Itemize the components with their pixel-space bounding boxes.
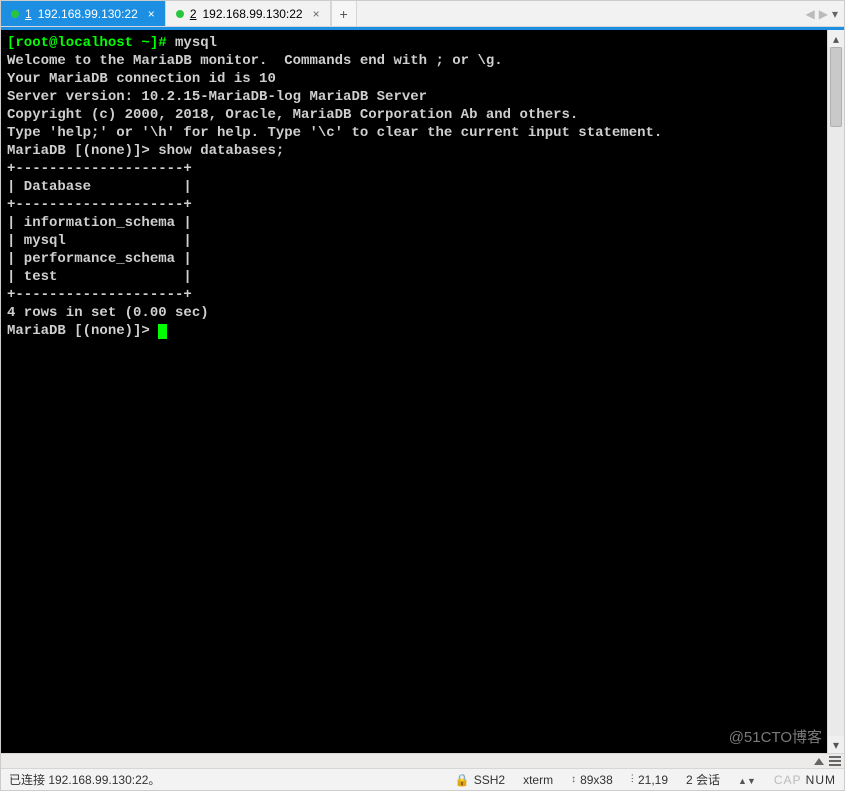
tab-spacer — [357, 1, 800, 26]
terminal-line: +--------------------+ — [7, 160, 821, 178]
terminal-line: [root@localhost ~]# mysql — [7, 34, 821, 52]
close-icon[interactable]: × — [313, 7, 320, 21]
status-sessions: 2 会话 — [686, 771, 720, 788]
terminal-line: Welcome to the MariaDB monitor. Commands… — [7, 52, 821, 70]
tab-nav-left[interactable]: ◀ — [806, 7, 815, 21]
status-termtype: xterm — [523, 773, 553, 787]
terminal-output[interactable]: [root@localhost ~]# mysqlWelcome to the … — [1, 30, 827, 753]
tab-nav-dropdown[interactable]: ▾ — [832, 7, 838, 21]
tab-number: 2 — [190, 7, 197, 21]
connection-dot-icon — [11, 10, 19, 18]
tab-label: 192.168.99.130:22 — [203, 7, 303, 21]
terminal-line: | test | — [7, 268, 821, 286]
connection-dot-icon — [176, 10, 184, 18]
terminal-line: | information_schema | — [7, 214, 821, 232]
position-icon: ⵗ — [631, 774, 634, 785]
terminal-line: MariaDB [(none)]> — [7, 322, 821, 340]
scroll-thumb[interactable] — [830, 47, 842, 127]
terminal-line: Your MariaDB connection id is 10 — [7, 70, 821, 88]
status-cursor-pos: ⵗ 21,19 — [631, 773, 668, 787]
terminal-line: 4 rows in set (0.00 sec) — [7, 304, 821, 322]
status-size: ↕ 89x38 — [571, 773, 613, 787]
status-bar: 已连接 192.168.99.130:22。 🔒 SSH2 xterm ↕ 89… — [1, 768, 844, 790]
scroll-track[interactable] — [828, 47, 844, 736]
status-connection: 已连接 192.168.99.130:22。 — [9, 771, 160, 788]
terminal-line: | Database | — [7, 178, 821, 196]
status-transfer-icon: ▲▼ — [738, 773, 756, 787]
terminal-line: | performance_schema | — [7, 250, 821, 268]
tab-nav-arrows: ◀ ▶ ▾ — [800, 1, 845, 26]
tab-nav-right[interactable]: ▶ — [819, 7, 828, 21]
scroll-up-button[interactable]: ▴ — [828, 30, 844, 47]
lock-icon: 🔒 — [455, 773, 470, 787]
scroll-down-button[interactable]: ▾ — [828, 736, 844, 753]
terminal-line: Copyright (c) 2000, 2018, Oracle, MariaD… — [7, 106, 821, 124]
expand-up-icon[interactable] — [814, 758, 824, 765]
terminal-line: | mysql | — [7, 232, 821, 250]
close-icon[interactable]: × — [148, 7, 155, 21]
tab-2[interactable]: 2 192.168.99.130:22 × — [166, 1, 331, 26]
status-capnum: CAP NUM — [774, 773, 836, 787]
cursor — [158, 324, 167, 339]
terminal-line: MariaDB [(none)]> show databases; — [7, 142, 821, 160]
menu-icon[interactable] — [828, 755, 842, 767]
terminal-line: Server version: 10.2.15-MariaDB-log Mari… — [7, 88, 821, 106]
vertical-scrollbar: ▴ ▾ — [827, 30, 844, 753]
tab-bar: 1 192.168.99.130:22 × 2 192.168.99.130:22 × +… — [1, 1, 844, 27]
terminal-wrapper: [root@localhost ~]# mysqlWelcome to the … — [1, 30, 844, 753]
resize-icon: ↕ — [571, 774, 576, 785]
tab-number: 1 — [25, 7, 32, 21]
terminal-line: Type 'help;' or '\h' for help. Type '\c'… — [7, 124, 821, 142]
status-protocol: 🔒 SSH2 — [455, 773, 505, 787]
add-tab-button[interactable]: + — [331, 1, 357, 26]
terminal-line: +--------------------+ — [7, 286, 821, 304]
tab-label: 192.168.99.130:22 — [38, 7, 138, 21]
tab-1[interactable]: 1 192.168.99.130:22 × — [1, 1, 166, 26]
terminal-line: +--------------------+ — [7, 196, 821, 214]
terminal-footer-bar — [1, 753, 844, 768]
